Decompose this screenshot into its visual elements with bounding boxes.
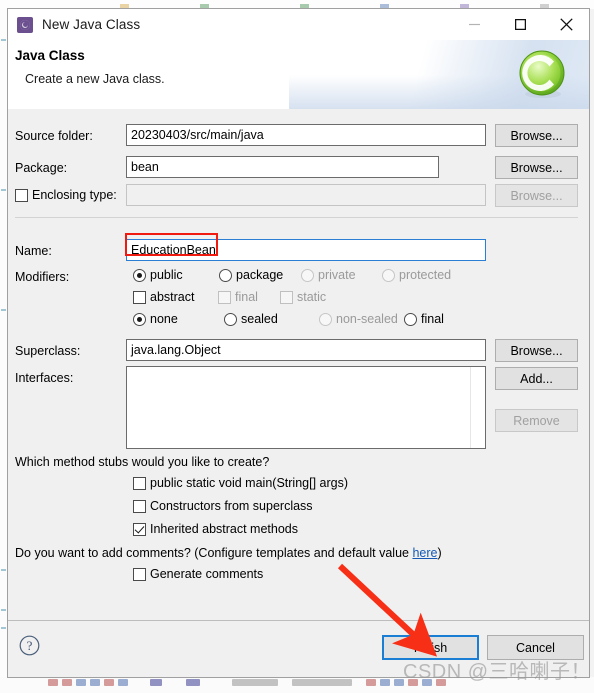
modifier-label-sealed: sealed	[241, 312, 278, 326]
stub-label-inherited-abstract: Inherited abstract methods	[150, 522, 298, 536]
comments-question: Do you want to add comments? (Configure …	[15, 546, 442, 560]
superclass-browse-button[interactable]: Browse...	[495, 339, 578, 362]
package-label: Package:	[15, 161, 68, 175]
stub-checkbox-main-method[interactable]	[133, 477, 146, 490]
modifier-label-final: final	[235, 290, 258, 304]
stub-checkbox-constructors[interactable]	[133, 500, 146, 513]
stub-label-main-method: public static void main(String[] args)	[150, 476, 348, 490]
eclipse-c-logo	[519, 50, 565, 98]
source-folder-browse-button[interactable]: Browse...	[495, 124, 578, 147]
wizard-banner: Java Class Create a new Java class.	[8, 40, 589, 110]
class-name-label: Name:	[15, 244, 52, 258]
modifier-checkbox-final	[218, 291, 231, 304]
enclosing-type-checkbox[interactable]	[15, 189, 28, 202]
modifier-checkbox-abstract[interactable]	[133, 291, 146, 304]
modifier-radio-private	[301, 269, 314, 282]
class-name-input[interactable]: EducationBean	[126, 239, 486, 261]
dialog-titlebar: New Java Class	[8, 9, 589, 40]
modifiers-label: Modifiers:	[15, 270, 70, 284]
page-subtitle: Create a new Java class.	[25, 72, 165, 86]
java-class-wizard-icon	[17, 16, 33, 33]
modifier-radio-public[interactable]	[133, 269, 146, 282]
modifier-radio-protected	[382, 269, 395, 282]
comments-question-suffix: )	[437, 546, 442, 560]
section-divider-1	[15, 217, 578, 218]
configure-templates-link[interactable]: here	[412, 546, 437, 560]
modifier-label-package: package	[236, 268, 284, 282]
interfaces-list[interactable]	[126, 366, 486, 449]
enclosing-type-label: Enclosing type:	[32, 188, 117, 202]
comments-question-prefix: Do you want to add comments? (Configure …	[15, 546, 413, 560]
new-java-class-dialog: New Java Class Java Class Create a new J…	[7, 8, 590, 678]
modifier-label-non-sealed: non-sealed	[336, 312, 398, 326]
enclosing-type-input	[126, 184, 486, 206]
package-browse-button[interactable]: Browse...	[495, 156, 578, 179]
modifier-label-sealed-final: final	[421, 312, 444, 326]
question-mark-help-icon[interactable]: ?	[19, 635, 40, 656]
method-stubs-question: Which method stubs would you like to cre…	[15, 455, 270, 469]
modifier-label-private: private	[318, 268, 356, 282]
source-folder-label: Source folder:	[15, 129, 93, 143]
modifier-radio-none[interactable]	[133, 313, 146, 326]
superclass-input[interactable]: java.lang.Object	[126, 339, 486, 361]
interfaces-add-button[interactable]: Add...	[495, 367, 578, 390]
window-controls	[451, 9, 589, 40]
interfaces-list-scrollbar[interactable]	[470, 367, 485, 448]
generate-comments-checkbox[interactable]	[133, 568, 146, 581]
modifier-radio-sealed-final[interactable]	[404, 313, 417, 326]
interfaces-label: Interfaces:	[15, 371, 74, 385]
superclass-label: Superclass:	[15, 344, 81, 358]
enclosing-type-browse-button: Browse...	[495, 184, 578, 207]
cancel-button[interactable]: Cancel	[487, 635, 584, 660]
modifier-label-protected: protected	[399, 268, 452, 282]
modifier-label-public: public	[150, 268, 183, 282]
stub-checkbox-inherited-abstract[interactable]	[133, 523, 146, 536]
maximize-icon[interactable]	[497, 9, 543, 40]
stub-label-constructors: Constructors from superclass	[150, 499, 313, 513]
dialog-content: Source folder: 20230403/src/main/java Br…	[8, 109, 589, 621]
finish-button[interactable]: Finish	[382, 635, 479, 660]
source-folder-input[interactable]: 20230403/src/main/java	[126, 124, 486, 146]
modifier-label-abstract: abstract	[150, 290, 195, 304]
close-icon[interactable]	[543, 9, 589, 40]
desktop-strip-bottom	[0, 677, 594, 693]
modifier-radio-package[interactable]	[219, 269, 232, 282]
modifier-radio-sealed[interactable]	[224, 313, 237, 326]
package-input[interactable]: bean	[126, 156, 439, 178]
interfaces-remove-button: Remove	[495, 409, 578, 432]
modifier-label-none: none	[150, 312, 178, 326]
modifier-checkbox-static	[280, 291, 293, 304]
page-title: Java Class	[15, 48, 85, 63]
dialog-title: New Java Class	[42, 17, 141, 32]
dialog-footer: ? Finish Cancel	[8, 620, 589, 677]
svg-text:?: ?	[27, 638, 33, 653]
generate-comments-label: Generate comments	[150, 567, 264, 581]
modifier-label-static: static	[297, 290, 327, 304]
modifier-radio-non-sealed	[319, 313, 332, 326]
minimize-icon[interactable]	[451, 9, 497, 40]
